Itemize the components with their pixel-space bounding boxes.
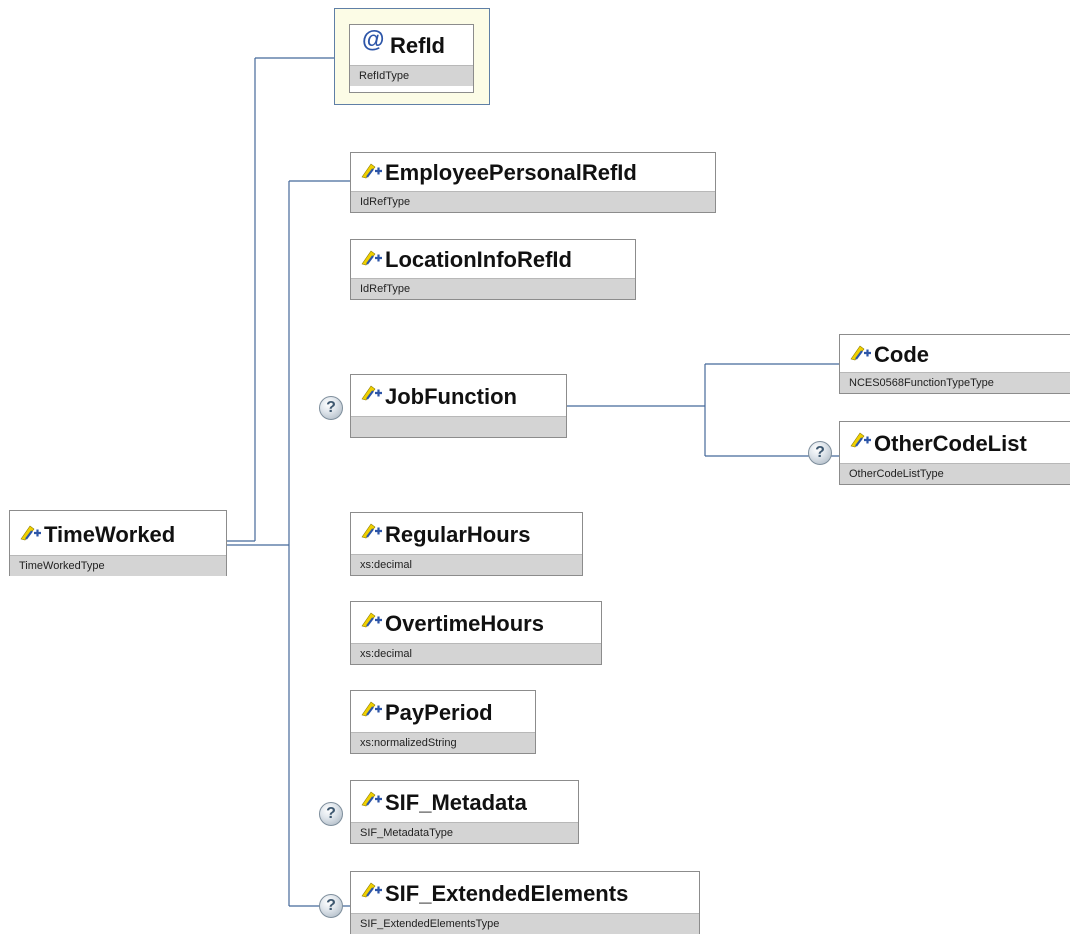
element-icon	[20, 525, 41, 541]
element-pay-period[interactable]: PayPeriod xs:normalizedString	[350, 690, 536, 754]
element-name: SIF_ExtendedElements	[385, 881, 629, 906]
attribute-refid-node[interactable]: @ RefId RefIdType	[349, 24, 474, 93]
element-name: LocationInfoRefId	[385, 247, 572, 272]
element-name: OtherCodeList	[874, 431, 1027, 456]
node-header: PayPeriod	[351, 691, 535, 732]
element-icon	[361, 250, 382, 266]
element-icon	[361, 523, 382, 539]
element-icon	[361, 791, 382, 807]
element-name: Code	[874, 342, 929, 367]
attribute-type: RefIdType	[350, 65, 473, 86]
element-type: SIF_ExtendedElementsType	[351, 913, 699, 934]
element-type: IdRefType	[351, 278, 635, 299]
element-type: SIF_MetadataType	[351, 822, 578, 843]
node-header: EmployeePersonalRefId	[351, 153, 715, 191]
element-icon	[361, 882, 382, 898]
element-icon	[850, 345, 871, 361]
element-icon	[361, 163, 382, 179]
element-icon	[361, 701, 382, 717]
element-type	[351, 416, 566, 437]
optional-question-icon: ?	[808, 441, 832, 465]
optional-question-icon: ?	[319, 396, 343, 420]
node-header: Code	[840, 335, 1070, 372]
optional-question-icon: ?	[319, 802, 343, 826]
element-type: xs:decimal	[351, 554, 582, 575]
root-name: TimeWorked	[44, 522, 176, 547]
node-header: JobFunction	[351, 375, 566, 416]
node-header: LocationInfoRefId	[351, 240, 635, 278]
element-name: OvertimeHours	[385, 611, 544, 636]
element-regular-hours[interactable]: RegularHours xs:decimal	[350, 512, 583, 576]
root-element-timeworked[interactable]: TimeWorked TimeWorkedType	[9, 510, 227, 576]
node-header: OtherCodeList	[840, 422, 1070, 463]
element-name: EmployeePersonalRefId	[385, 160, 637, 185]
element-name: SIF_Metadata	[385, 790, 527, 815]
schema-diagram: @ RefId RefIdType TimeWorked TimeWorkedT…	[0, 0, 1070, 934]
element-sif-extended-elements[interactable]: SIF_ExtendedElements SIF_ExtendedElement…	[350, 871, 700, 934]
element-type: xs:normalizedString	[351, 732, 535, 753]
node-header: TimeWorked	[10, 511, 226, 555]
element-employee-personal-ref-id[interactable]: EmployeePersonalRefId IdRefType	[350, 152, 716, 213]
element-code[interactable]: Code NCES0568FunctionTypeType	[839, 334, 1070, 394]
attribute-name: RefId	[390, 33, 445, 58]
attribute-at-icon: @	[362, 26, 385, 52]
element-type: NCES0568FunctionTypeType	[840, 372, 1070, 393]
element-icon	[361, 612, 382, 628]
optional-question-icon: ?	[319, 894, 343, 918]
element-type: OtherCodeListType	[840, 463, 1070, 484]
node-header: SIF_ExtendedElements	[351, 872, 699, 913]
element-other-code-list[interactable]: OtherCodeList OtherCodeListType	[839, 421, 1070, 485]
element-icon	[850, 432, 871, 448]
element-name: JobFunction	[385, 384, 517, 409]
element-job-function[interactable]: JobFunction	[350, 374, 567, 438]
element-name: PayPeriod	[385, 700, 493, 725]
node-header: @ RefId	[350, 25, 473, 65]
node-header: SIF_Metadata	[351, 781, 578, 822]
node-header: RegularHours	[351, 513, 582, 554]
element-sif-metadata[interactable]: SIF_Metadata SIF_MetadataType	[350, 780, 579, 844]
node-header: OvertimeHours	[351, 602, 601, 643]
element-overtime-hours[interactable]: OvertimeHours xs:decimal	[350, 601, 602, 665]
element-icon	[361, 385, 382, 401]
element-location-info-ref-id[interactable]: LocationInfoRefId IdRefType	[350, 239, 636, 300]
element-type: IdRefType	[351, 191, 715, 212]
element-type: xs:decimal	[351, 643, 601, 664]
element-name: RegularHours	[385, 522, 531, 547]
